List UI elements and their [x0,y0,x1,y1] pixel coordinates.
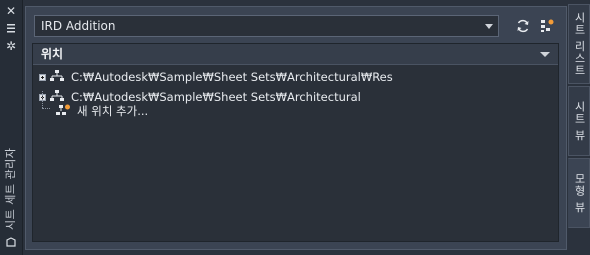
tab-sheet-views[interactable]: 시트 뷰 [568,86,590,156]
palette-menu-icon[interactable] [0,234,22,250]
tab-sheet-list[interactable]: 시트 리스트 [568,4,590,84]
expand-icon[interactable] [39,73,46,81]
autohide-icon[interactable] [0,20,22,36]
tree-connector [42,108,50,110]
add-location-label: 새 위치 추가... [77,104,149,118]
tab-sheet-views-label: 시트 뷰 [573,100,586,142]
locations-header-label: 위치 [41,47,64,61]
tab-model-views[interactable]: 모형 뷰 [568,158,590,228]
palette-title: 시트 세트 관리자 [4,147,17,230]
refresh-icon[interactable] [514,17,532,35]
add-location-icon [56,104,70,115]
location-path: C:₩Autodesk₩Sample₩Sheet Sets₩Architectu… [71,70,393,84]
sheet-options-icon[interactable] [538,17,556,35]
sheet-set-dropdown[interactable]: IRD Addition [34,15,499,37]
collapse-icon[interactable] [540,52,550,57]
chevron-down-icon [485,24,493,29]
sheet-set-manager-panel: IRD Addition 위치 C:₩Autodesk₩Sample₩Sheet… [25,6,567,250]
close-icon[interactable]: ✕ [0,3,22,19]
tab-model-views-label: 모형 뷰 [573,172,586,214]
locations-header[interactable]: 위치 [33,44,558,65]
location-item[interactable]: C:₩Autodesk₩Sample₩Sheet Sets₩Architectu… [39,68,393,86]
sheet-set-value: IRD Addition [41,19,116,33]
add-location-item[interactable]: 새 위치 추가... [55,102,148,120]
properties-icon[interactable]: ✲ [0,38,22,54]
palette-title-strip: ✕ ✲ 시트 세트 관리자 [0,0,23,255]
folder-tree-icon [50,70,64,81]
locations-panel: 위치 C:₩Autodesk₩Sample₩Sheet Sets₩Archite… [32,43,559,242]
tab-sheet-list-label: 시트 리스트 [573,11,586,77]
tree-connector [42,91,44,108]
tab-strip: 시트 리스트 시트 뷰 모형 뷰 [568,0,590,255]
